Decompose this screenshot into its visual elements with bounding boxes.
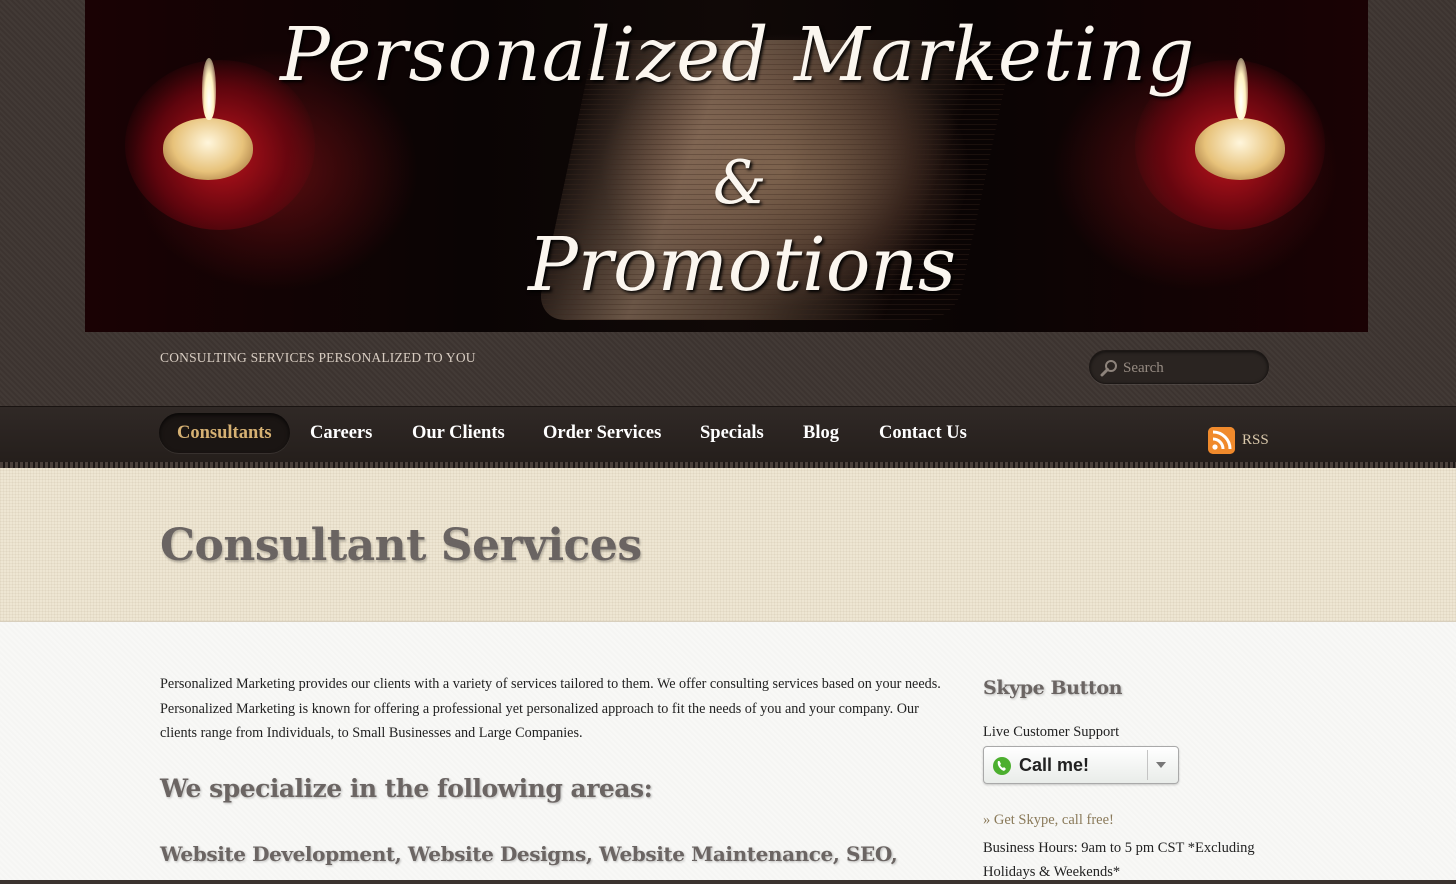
banner-title-line1: Personalized Marketing (280, 12, 1196, 98)
candle-left (163, 118, 253, 180)
nav-item-our-clients[interactable]: Our Clients (394, 413, 523, 453)
nav-item-order-services[interactable]: Order Services (525, 413, 679, 453)
nav-item-consultants[interactable]: Consultants (159, 413, 290, 453)
page-title: Consultant Services (160, 520, 642, 571)
get-skype-link[interactable]: » Get Skype, call free! (983, 812, 1114, 829)
skype-icon (993, 757, 1011, 775)
skype-widget-title: Skype Button (983, 677, 1123, 699)
search-input[interactable] (1121, 356, 1265, 380)
skype-call-button[interactable]: Call me! (983, 746, 1179, 784)
skype-call-label: Call me! (1019, 755, 1090, 775)
nav-item-contact-us[interactable]: Contact Us (861, 413, 985, 453)
nav-item-careers[interactable]: Careers (292, 413, 390, 453)
rss-label: RSS (1242, 432, 1269, 448)
flame-right (1234, 58, 1248, 120)
skype-button-divider (1147, 750, 1148, 780)
site-tagline: CONSULTING SERVICES PERSONALIZED TO YOU (160, 350, 476, 365)
search-icon (1100, 360, 1117, 377)
search-box[interactable] (1089, 350, 1269, 384)
specialize-heading: We specialize in the following areas: (160, 774, 653, 803)
flame-left (202, 58, 216, 120)
banner-image: Personalized Marketing & Promotions (85, 0, 1368, 332)
support-label: Live Customer Support (983, 724, 1120, 740)
business-hours: Business Hours: 9am to 5 pm CST *Excludi… (983, 840, 1255, 880)
services-heading: Website Development, Website Designs, We… (160, 842, 898, 866)
banner-title-line3: Promotions (528, 222, 957, 308)
nav-item-specials[interactable]: Specials (682, 413, 782, 453)
rss-icon (1208, 427, 1235, 454)
chevron-down-icon[interactable] (1156, 762, 1166, 768)
nav-item-blog[interactable]: Blog (785, 413, 857, 453)
banner-title-ampersand: & (713, 148, 767, 218)
candle-right (1195, 118, 1285, 180)
intro-paragraph: Personalized Marketing provides our clie… (160, 676, 941, 741)
